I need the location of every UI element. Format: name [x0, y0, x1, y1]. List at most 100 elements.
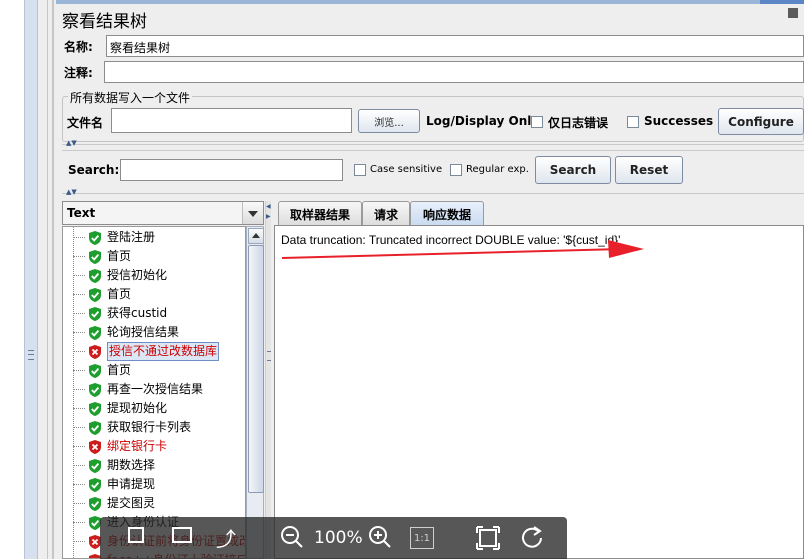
successes-checkbox[interactable] — [627, 116, 639, 128]
tree-node-label: 提现初始化 — [107, 401, 168, 415]
gallery-icon[interactable] — [172, 527, 192, 543]
tab-label: 响应数据 — [422, 207, 471, 222]
close-icon[interactable] — [788, 8, 798, 18]
splitter-line-2 — [62, 193, 804, 194]
tree-node[interactable]: 提现初始化 — [63, 399, 245, 418]
tab-sampler-result[interactable]: 取样器结果 — [278, 201, 362, 226]
actual-size-button[interactable]: 1:1 — [410, 527, 434, 549]
tree-node-label: 首页 — [107, 363, 132, 377]
error-shield-icon — [87, 439, 103, 455]
case-sensitive-checkbox[interactable] — [354, 164, 366, 176]
tree-node-label: 提交图灵 — [107, 496, 156, 510]
tree-node[interactable]: 登陆注册 — [63, 228, 245, 247]
scroll-up-button[interactable] — [248, 228, 264, 244]
success-shield-icon — [87, 249, 103, 265]
tree-node-label: 获得custid — [107, 306, 168, 320]
tree-node[interactable]: 再查一次授信结果 — [63, 380, 245, 399]
comment-label: 注释: — [64, 66, 93, 80]
tree-connector — [73, 503, 85, 504]
regex-checkbox[interactable] — [450, 164, 462, 176]
zoom-in-icon[interactable] — [368, 525, 392, 554]
top-band — [56, 0, 804, 4]
errors-only-label: 仅日志错误 — [548, 116, 609, 130]
tree-node[interactable]: 首页 — [63, 247, 245, 266]
tree-node[interactable]: 绑定银行卡 — [63, 437, 245, 456]
tree-node-label: 获取银行卡列表 — [107, 420, 192, 434]
tree-node[interactable]: 获取银行卡列表 — [63, 418, 245, 437]
success-shield-icon — [87, 401, 103, 417]
regex-label: Regular exp. — [466, 164, 529, 175]
fit-screen-icon[interactable] — [476, 526, 500, 555]
results-tree[interactable]: 登陆注册 首页 授信初始化 首页 获得custid 轮询授信结果 授信不通过改数据库 首页 再查… — [62, 226, 246, 559]
browse-button[interactable]: 浏览... — [358, 109, 420, 133]
dropdown-button[interactable] — [242, 202, 263, 224]
tree-node[interactable]: 获得custid — [63, 304, 245, 323]
tree-node[interactable]: 首页 — [63, 361, 245, 380]
tree-connector — [73, 408, 85, 409]
name-field[interactable]: 察看结果树 — [106, 35, 804, 57]
collapse-right-icon[interactable]: ▶ — [266, 213, 271, 220]
tree-node[interactable]: 授信初始化 — [63, 266, 245, 285]
vertical-splitter[interactable]: ◀ ▶ — [265, 201, 271, 559]
error-shield-icon — [87, 344, 103, 360]
tab-label: 取样器结果 — [289, 207, 350, 222]
tab-response-data[interactable]: 响应数据 — [410, 201, 484, 226]
errors-only-checkbox[interactable] — [531, 116, 543, 128]
tree-connector — [73, 522, 85, 523]
share-icon[interactable]: ⤴ — [216, 523, 236, 552]
zoom-level: 100% — [314, 528, 363, 548]
name-label: 名称: — [64, 40, 93, 54]
tree-connector — [73, 389, 85, 390]
expand-arrows-icon-2[interactable]: ▲▼ — [66, 188, 77, 196]
panel-title: 察看结果树 — [62, 12, 147, 32]
tree-connector — [73, 541, 85, 542]
tree-node[interactable]: 申请提现 — [63, 475, 245, 494]
tree-node[interactable]: 首页 — [63, 285, 245, 304]
tree-connector — [73, 351, 85, 352]
successes-label: Successes — [644, 114, 714, 128]
tree-connector — [73, 427, 85, 428]
tree-node-label: 授信初始化 — [107, 268, 168, 282]
success-shield-icon — [87, 306, 103, 322]
tree-connector — [73, 465, 85, 466]
configure-button[interactable]: Configure — [718, 108, 804, 135]
renderer-select[interactable]: Text — [62, 201, 264, 225]
left-splitter[interactable] — [24, 0, 38, 559]
reset-button[interactable]: Reset — [615, 156, 683, 184]
tree-node-label: 授信不通过改数据库 — [107, 342, 220, 361]
response-text-area[interactable]: Data truncation: Truncated incorrect DOU… — [274, 225, 804, 559]
search-input[interactable] — [120, 159, 343, 181]
name-field-value: 察看结果树 — [110, 41, 171, 55]
tree-node[interactable]: 授信不通过改数据库 — [63, 342, 245, 361]
panel-border — [52, 0, 54, 559]
log-display-label: Log/Display Only: — [426, 114, 544, 128]
success-shield-icon — [87, 287, 103, 303]
file-name-input[interactable] — [111, 108, 352, 133]
zoom-out-icon[interactable] — [280, 525, 304, 554]
success-shield-icon — [87, 363, 103, 379]
collapse-left-icon[interactable]: ◀ — [266, 203, 271, 210]
tab-request[interactable]: 请求 — [362, 201, 410, 226]
search-button[interactable]: Search — [535, 156, 611, 184]
expand-arrows-icon[interactable]: ▲▼ — [66, 139, 77, 147]
splitter-grip-icon — [28, 350, 34, 360]
success-shield-icon — [87, 496, 103, 512]
tree-scrollbar[interactable] — [246, 226, 264, 559]
scroll-thumb[interactable] — [248, 245, 264, 493]
tab-label: 请求 — [373, 207, 398, 222]
tree-node[interactable]: 轮询授信结果 — [63, 323, 245, 342]
tree-node[interactable]: 期数选择 — [63, 456, 245, 475]
rotate-icon[interactable] — [520, 525, 544, 554]
tree-connector — [73, 484, 85, 485]
tree-node-label: 期数选择 — [107, 458, 156, 472]
success-shield-icon — [87, 420, 103, 436]
tree-node-label: 首页 — [107, 287, 132, 301]
success-shield-icon — [87, 268, 103, 284]
thumbnail-icon[interactable] — [128, 527, 144, 543]
tree-node[interactable]: 提交图灵 — [63, 494, 245, 513]
tree-node-label: 绑定银行卡 — [107, 439, 168, 453]
success-shield-icon — [87, 382, 103, 398]
splitter-line — [62, 144, 804, 145]
tree-connector — [73, 332, 85, 333]
comment-field[interactable] — [104, 61, 804, 83]
